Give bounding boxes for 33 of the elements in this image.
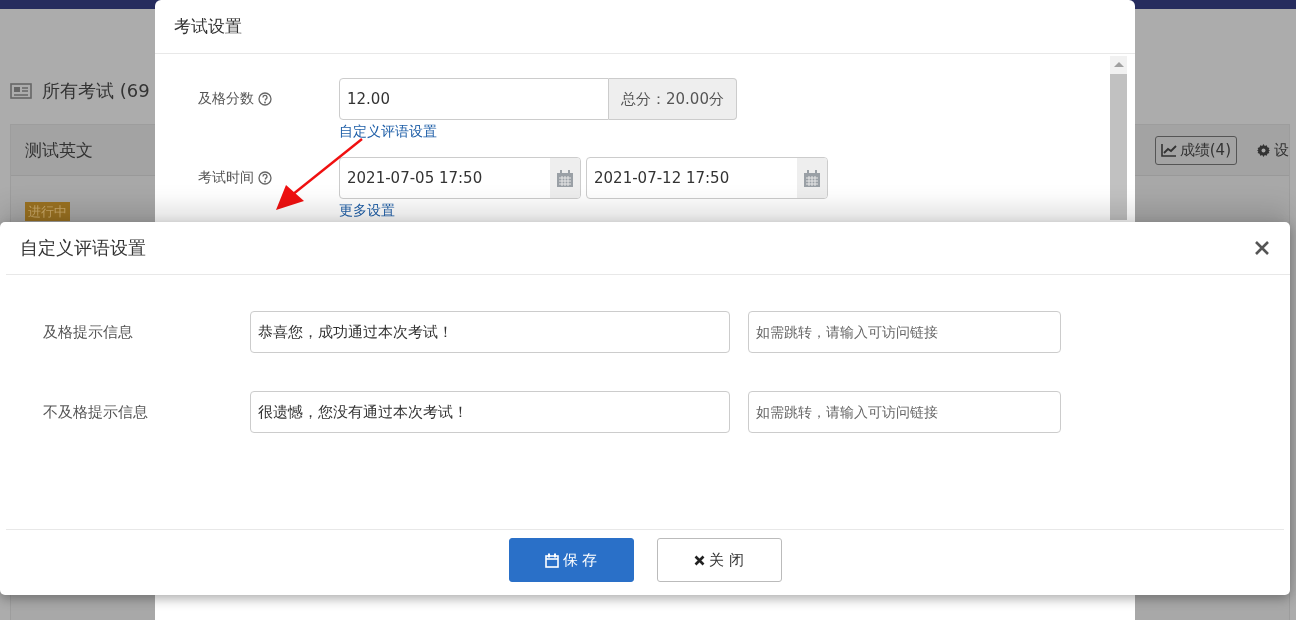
field-label: 考试时间 (198, 169, 254, 187)
message-field[interactable]: 很遗憾，您没有通过本次考试！ (250, 391, 730, 433)
dialog-title: 考试设置 (174, 15, 242, 38)
scrollbar[interactable] (1110, 56, 1127, 220)
close-icon (694, 554, 706, 566)
gear-icon (1257, 143, 1270, 157)
newspaper-icon (10, 83, 32, 99)
pass-score-field[interactable]: 12.00 (339, 78, 609, 120)
field-label: 及格分数 (198, 90, 254, 108)
dialog-title: 自定义评语设置 (20, 236, 146, 260)
card-title: 测试英文 (25, 138, 94, 162)
close-button[interactable]: 关 闭 (656, 538, 782, 582)
message-field[interactable]: 恭喜您，成功通过本次考试！ (250, 311, 730, 353)
line-chart-icon (1160, 143, 1177, 157)
calendar-icon (544, 552, 559, 568)
help-icon[interactable] (258, 92, 272, 106)
link-field[interactable]: 如需跳转，请输入可访问链接 (748, 311, 1061, 353)
more-settings-link[interactable]: 更多设置 (339, 202, 395, 220)
close-icon (1254, 240, 1270, 256)
settings-button[interactable]: 设 (1257, 140, 1289, 160)
save-button[interactable]: 保 存 (508, 538, 634, 582)
date-field[interactable]: 2021-07-05 17:50 (339, 157, 581, 199)
close-button[interactable] (1254, 240, 1270, 256)
field-label: 及格提示信息 (42, 322, 134, 342)
page-title: 所有考试 (69 (42, 79, 150, 103)
date-field[interactable]: 2021-07-12 17:50 (586, 157, 828, 199)
field-label: 不及格提示信息 (42, 402, 149, 422)
scores-button[interactable]: 成绩(4) (1154, 135, 1237, 165)
status-badge: 进行中 (25, 202, 70, 221)
custom-comment-link[interactable]: 自定义评语设置 (339, 123, 437, 141)
total-score: 总分：20.00分 (609, 78, 737, 120)
help-icon[interactable] (258, 171, 272, 185)
link-field[interactable]: 如需跳转，请输入可访问链接 (748, 391, 1061, 433)
